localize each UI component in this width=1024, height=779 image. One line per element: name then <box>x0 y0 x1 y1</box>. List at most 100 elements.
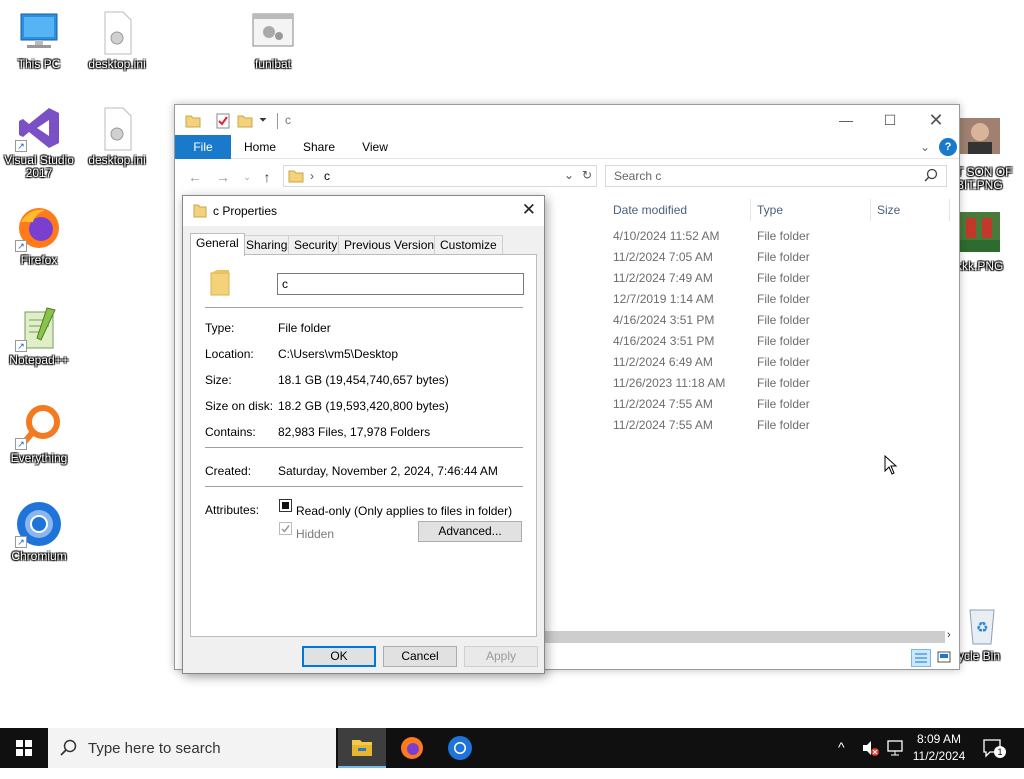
file-type: File folder <box>757 334 810 348</box>
image-file-icon <box>956 210 1004 258</box>
desktop-icon-chromium[interactable]: ↗ Chromium <box>0 500 78 563</box>
file-row[interactable]: 11/2/2024 7:05 AM File folder <box>613 247 810 268</box>
desktop-icon-everything[interactable]: ↗ Everything <box>0 402 78 465</box>
taskbar-firefox[interactable] <box>388 728 436 768</box>
properties-quick-access-icon[interactable] <box>215 113 231 129</box>
column-header-size[interactable]: Size <box>877 199 900 221</box>
desktop-icon-label: Visual Studio 2017 <box>4 153 74 180</box>
volume-muted-icon[interactable] <box>860 738 880 778</box>
column-divider[interactable] <box>870 199 871 221</box>
new-folder-quick-access-icon[interactable] <box>237 113 253 129</box>
ribbon-tab-file[interactable]: File <box>175 135 231 159</box>
help-icon[interactable]: ? <box>939 138 957 156</box>
apply-button[interactable]: Apply <box>464 646 538 667</box>
forward-arrow-icon[interactable]: → <box>215 169 231 185</box>
breadcrumb-item-c[interactable]: c <box>324 169 330 183</box>
file-row[interactable]: 4/10/2024 11:52 AM File folder <box>613 226 810 247</box>
column-header-type[interactable]: Type <box>757 199 783 221</box>
tab-sharing[interactable]: Sharing <box>240 235 294 255</box>
column-divider[interactable] <box>949 199 950 221</box>
desktop-icon-notepadpp[interactable]: ↗ Notepad++ <box>0 304 78 367</box>
desktop-icon-visual-studio[interactable]: ↗ Visual Studio 2017 <box>0 104 78 180</box>
refresh-icon[interactable]: ↻ <box>582 168 592 182</box>
tab-general[interactable]: General <box>190 233 245 256</box>
desktop-icon-firefox[interactable]: ↗ Firefox <box>0 204 78 267</box>
file-row[interactable]: 11/26/2023 11:18 AM File folder <box>613 373 810 394</box>
notifications-icon[interactable]: 1 <box>982 738 1006 778</box>
settings-file-icon <box>93 8 141 56</box>
explorer-titlebar[interactable]: ⏷ c — ☐ ✕ <box>175 105 959 135</box>
file-date: 12/7/2019 1:14 AM <box>613 292 714 306</box>
desktop-icon-desktop-ini-2[interactable]: desktop.ini <box>78 104 156 167</box>
cancel-button[interactable]: Cancel <box>383 646 457 667</box>
close-icon[interactable]: ✕ <box>522 200 536 220</box>
notepadpp-icon: ↗ <box>15 304 63 352</box>
file-row[interactable]: 11/2/2024 7:55 AM File folder <box>613 415 810 436</box>
dialog-title: c Properties <box>213 204 278 218</box>
windows-logo-icon <box>16 740 32 756</box>
search-icon <box>924 168 938 185</box>
expand-ribbon-icon[interactable]: ⌄ <box>915 135 935 159</box>
address-bar[interactable]: › c ⌄ ↻ <box>283 165 597 187</box>
folder-name-input[interactable] <box>277 273 524 295</box>
large-icons-view-icon[interactable] <box>935 649 955 667</box>
taskbar-chromium[interactable] <box>436 728 484 768</box>
taskbar-search-box[interactable]: Type here to search <box>48 728 336 768</box>
back-arrow-icon[interactable]: ← <box>187 169 203 185</box>
file-row[interactable]: 4/16/2024 3:51 PM File folder <box>613 331 810 352</box>
hidden-checkbox[interactable] <box>279 522 292 535</box>
clock[interactable]: 8:09 AM 11/2/2024 <box>912 728 966 768</box>
everything-search-icon: ↗ <box>15 402 63 450</box>
breadcrumb-separator: › <box>310 169 314 183</box>
ribbon-tab-share[interactable]: Share <box>295 135 343 159</box>
firefox-icon <box>401 737 423 759</box>
file-row[interactable]: 11/2/2024 6:49 AM File folder <box>613 352 810 373</box>
firefox-icon: ↗ <box>15 204 63 252</box>
window-title: c <box>285 113 291 127</box>
column-divider[interactable] <box>750 199 751 221</box>
location-value: C:\Users\vm5\Desktop <box>278 347 399 361</box>
scroll-right-icon[interactable]: › <box>947 629 951 641</box>
horizontal-scrollbar-thumb[interactable] <box>545 631 945 643</box>
show-hidden-icons-icon[interactable]: ^ <box>838 739 845 779</box>
tab-security[interactable]: Security <box>288 235 344 255</box>
advanced-button[interactable]: Advanced... <box>418 521 522 542</box>
desktop-icon-label: Everything <box>10 451 68 465</box>
ribbon-tab-home[interactable]: Home <box>237 135 283 159</box>
file-row[interactable]: 4/16/2024 3:51 PM File folder <box>613 310 810 331</box>
file-row[interactable]: 11/2/2024 7:49 AM File folder <box>613 268 810 289</box>
ribbon-tab-view[interactable]: View <box>351 135 399 159</box>
svg-text:♻: ♻ <box>976 619 989 635</box>
desktop-icon-desktop-ini[interactable]: desktop.ini <box>78 8 156 71</box>
visual-studio-icon: ↗ <box>15 104 63 152</box>
search-input[interactable]: Search c <box>605 165 947 187</box>
minimize-icon[interactable]: — <box>823 105 869 135</box>
dialog-titlebar[interactable]: c Properties ✕ <box>183 196 544 226</box>
type-label: Type: <box>205 321 235 335</box>
recent-locations-icon[interactable]: ⌄ <box>239 169 255 185</box>
desktop-icon-funibat[interactable]: funibat <box>234 8 312 71</box>
up-arrow-icon[interactable]: ↑ <box>259 169 275 185</box>
file-date: 4/16/2024 3:51 PM <box>613 334 715 348</box>
desktop-icon-this-pc[interactable]: This PC <box>0 8 78 71</box>
taskbar-file-explorer[interactable] <box>338 728 386 768</box>
file-row[interactable]: 12/7/2019 1:14 AM File folder <box>613 289 810 310</box>
tab-previous-versions[interactable]: Previous Versions <box>338 235 447 255</box>
file-row[interactable]: 11/2/2024 7:55 AM File folder <box>613 394 810 415</box>
size-label: Size: <box>205 373 232 387</box>
network-icon[interactable] <box>886 739 906 779</box>
folder-properties-dialog[interactable]: c Properties ✕ General Sharing Security … <box>182 195 545 674</box>
search-placeholder: Search c <box>614 169 662 183</box>
tab-customize[interactable]: Customize <box>434 235 503 255</box>
column-header-date-modified[interactable]: Date modified <box>613 199 687 221</box>
maximize-icon[interactable]: ☐ <box>867 105 913 135</box>
close-icon[interactable]: ✕ <box>913 105 959 135</box>
start-button[interactable] <box>0 728 48 768</box>
ok-button[interactable]: OK <box>302 646 376 667</box>
customize-quick-access-icon[interactable]: ⏷ <box>259 113 267 129</box>
clock-time: 8:09 AM <box>916 732 962 746</box>
file-type: File folder <box>757 271 810 285</box>
readonly-checkbox[interactable] <box>279 499 292 512</box>
details-view-icon[interactable] <box>911 649 931 667</box>
address-dropdown-icon[interactable]: ⌄ <box>564 168 574 182</box>
